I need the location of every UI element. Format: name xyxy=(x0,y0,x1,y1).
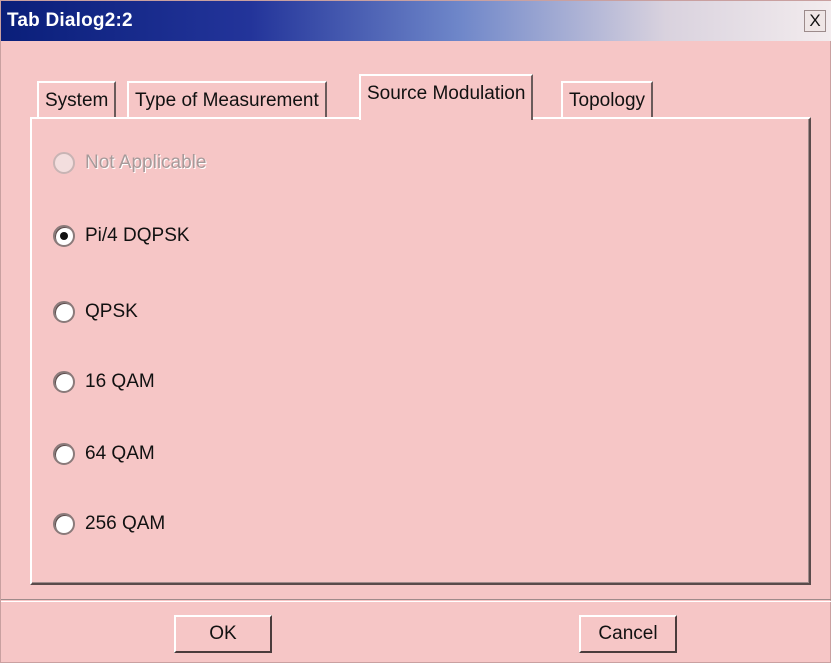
tab-panel xyxy=(30,117,811,585)
tab-system[interactable]: System xyxy=(37,81,117,117)
close-button[interactable]: X xyxy=(804,10,826,32)
tab-system-label: System xyxy=(45,90,109,111)
tab-topology-label: Topology xyxy=(569,90,646,111)
ok-button[interactable]: OK xyxy=(174,615,272,653)
tab-dialog-window: Tab Dialog2:2 X System Type of Measureme… xyxy=(0,0,831,663)
divider xyxy=(1,599,831,602)
tab-type-of-measurement-label: Type of Measurement xyxy=(135,90,319,111)
tab-type-of-measurement[interactable]: Type of Measurement xyxy=(127,81,327,117)
title-bar[interactable]: Tab Dialog2:2 X xyxy=(1,1,831,41)
cancel-button[interactable]: Cancel xyxy=(579,615,677,653)
tab-source-modulation[interactable]: Source Modulation xyxy=(359,74,534,120)
tab-source-modulation-label: Source Modulation xyxy=(367,83,526,104)
tab-topology[interactable]: Topology xyxy=(561,81,654,117)
window-title: Tab Dialog2:2 xyxy=(7,10,133,31)
